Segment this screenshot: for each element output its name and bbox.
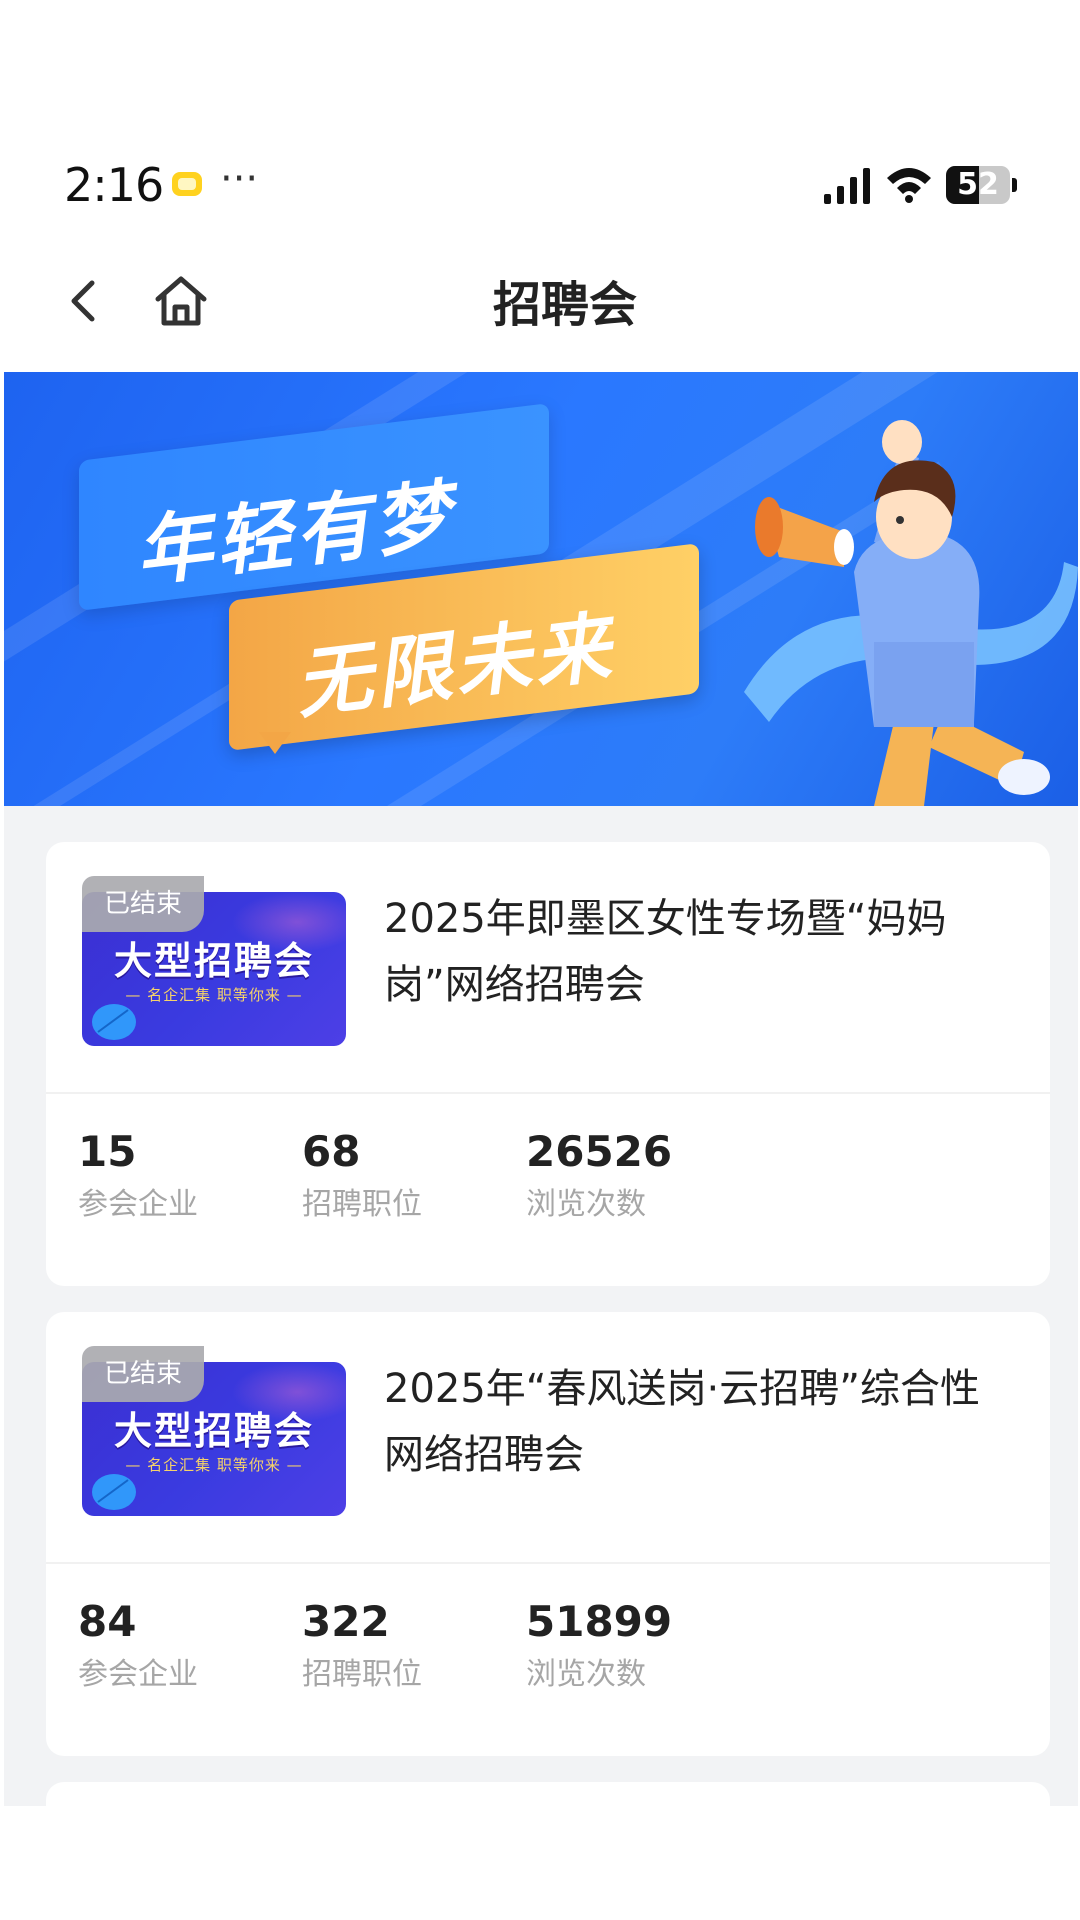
stat-label: 参会企业: [78, 1187, 198, 1222]
stat-views: 51899 浏览次数: [526, 1594, 726, 1700]
stat-value: 322: [302, 1597, 390, 1646]
stat-positions: 322 招聘职位: [302, 1594, 502, 1700]
battery-icon: 52: [946, 166, 1017, 204]
thumbnail-title: 大型招聘会: [113, 1409, 314, 1453]
stat-value: 84: [78, 1597, 137, 1646]
job-fair-title: 2025年“春风送岗·云招聘”综合性网络招聘会: [384, 1366, 980, 1478]
more-notifications-indicator: ···: [220, 156, 259, 202]
status-bar: 2:16 ··· 52: [0, 150, 1080, 220]
battery-percent: 52: [957, 167, 999, 202]
promo-banner[interactable]: 年轻有梦 无限未来: [4, 372, 1078, 806]
job-fair-card[interactable]: 大型招聘会 — 名企汇集 职等你来 — 已结束 2025年即墨区女性专场暨“妈妈…: [46, 842, 1050, 1286]
bottom-area: [0, 1806, 1080, 1920]
job-fair-title: 2025年即墨区女性专场暨“妈妈岗”网络招聘会: [384, 896, 947, 1008]
stat-companies: 15 参会企业: [78, 1124, 278, 1230]
card-divider: [46, 1562, 1050, 1564]
stat-views: 26526 浏览次数: [526, 1124, 726, 1230]
job-fair-list: 大型招聘会 — 名企汇集 职等你来 — 已结束 2025年即墨区女性专场暨“妈妈…: [4, 806, 1078, 1822]
stat-value: 26526: [526, 1127, 673, 1176]
leaf-icon: [92, 1474, 136, 1510]
status-badge: 已结束: [82, 876, 204, 932]
chevron-left-icon: [71, 280, 95, 322]
wifi-icon: [887, 168, 931, 203]
thumbnail-title: 大型招聘会: [113, 939, 314, 983]
stat-value: 51899: [526, 1597, 673, 1646]
status-time: 2:16: [64, 158, 164, 212]
stat-companies: 84 参会企业: [78, 1594, 278, 1700]
message-notification-icon: [172, 172, 202, 196]
cellular-signal-icon: [824, 168, 870, 204]
job-fair-card[interactable]: 大型招聘会 — 名企汇集 职等你来 — 已结束 2025年“春风送岗·云招聘”综…: [46, 1312, 1050, 1756]
home-icon: [155, 276, 207, 326]
stat-label: 招聘职位: [302, 1187, 422, 1222]
stat-positions: 68 招聘职位: [302, 1124, 502, 1230]
stat-label: 招聘职位: [302, 1657, 422, 1692]
leaf-icon: [92, 1004, 136, 1040]
card-divider: [46, 1092, 1050, 1094]
home-button[interactable]: [150, 273, 212, 329]
stat-value: 15: [78, 1127, 137, 1176]
stat-label: 浏览次数: [526, 1657, 646, 1692]
back-button[interactable]: [62, 273, 110, 329]
navigation-bar: 招聘会: [0, 255, 1080, 345]
stat-label: 参会企业: [78, 1657, 198, 1692]
stat-value: 68: [302, 1127, 361, 1176]
stat-label: 浏览次数: [526, 1187, 646, 1222]
cartoon-person-megaphone-illustration: [744, 420, 1078, 806]
status-badge: 已结束: [82, 1346, 204, 1402]
